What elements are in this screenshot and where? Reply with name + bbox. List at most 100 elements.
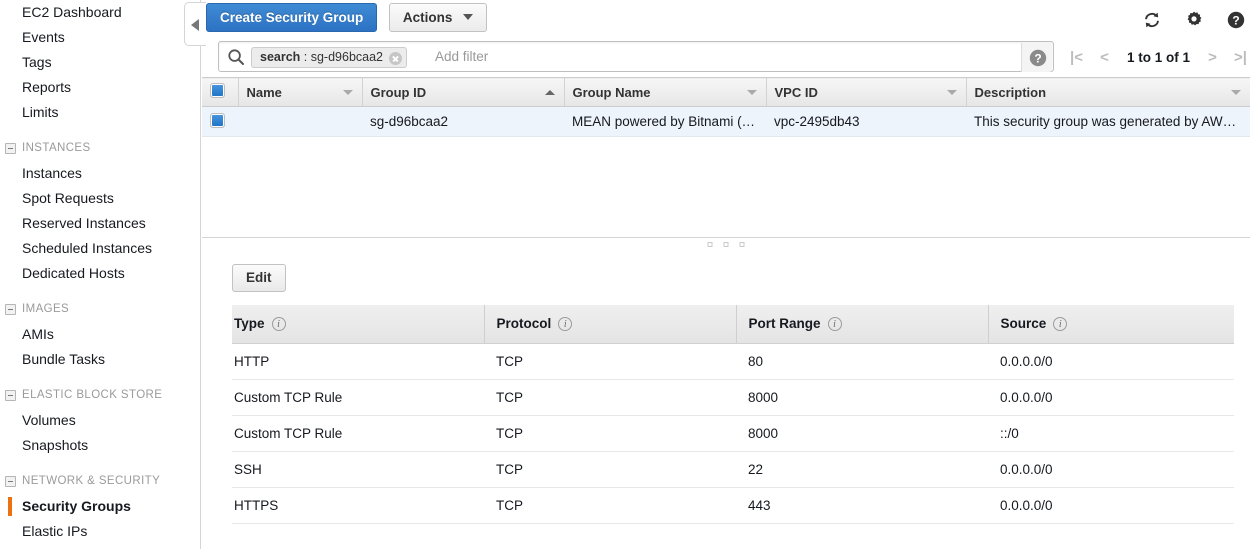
main-content: Create Security Group Actions ? search:… xyxy=(202,0,1250,549)
actions-button[interactable]: Actions xyxy=(388,3,488,32)
sidebar-item-ec2-dashboard[interactable]: EC2 Dashboard xyxy=(0,0,200,25)
security-groups-table: Name Group ID Group Name VPC ID Description … xyxy=(202,77,1250,237)
column-header-name[interactable]: Name xyxy=(237,77,362,107)
sidebar-section-network-security[interactable]: NETWORK & SECURITY xyxy=(0,469,200,494)
sidebar-item-label: Elastic IPs xyxy=(22,523,88,539)
column-header-vpc-id[interactable]: VPC ID xyxy=(765,77,966,107)
rules-cell-protocol: TCP xyxy=(484,343,736,380)
collapse-minus-icon[interactable] xyxy=(5,143,16,154)
search-icon xyxy=(227,48,245,69)
info-icon[interactable]: i xyxy=(827,317,842,332)
add-filter-placeholder[interactable]: Add filter xyxy=(435,49,488,64)
collapse-minus-icon[interactable] xyxy=(5,476,16,487)
pagination-first-button[interactable]: |< xyxy=(1064,47,1089,67)
sort-descending-icon[interactable] xyxy=(1231,90,1241,95)
sidebar-item-spot-requests[interactable]: Spot Requests xyxy=(0,186,200,211)
table-empty-area xyxy=(202,137,1250,237)
toolbar-icon-group: ? xyxy=(1142,10,1246,30)
sidebar-item-limits[interactable]: Limits xyxy=(0,100,200,125)
select-all-header[interactable] xyxy=(202,77,238,107)
rules-row: SSH TCP 22 0.0.0.0/0 xyxy=(232,451,1234,488)
sidebar-collapse-tab[interactable] xyxy=(184,2,206,46)
sidebar-section-instances[interactable]: INSTANCES xyxy=(0,136,200,161)
rules-cell-protocol: TCP xyxy=(484,451,736,488)
pagination-prev-button[interactable]: < xyxy=(1092,47,1117,67)
sidebar-section-label: ELASTIC BLOCK STORE xyxy=(22,389,163,401)
sidebar-item-scheduled-instances[interactable]: Scheduled Instances xyxy=(0,236,200,261)
column-header-label: Group Name xyxy=(572,84,651,100)
rules-cell-port-range: 443 xyxy=(736,487,988,524)
cell-description: This security group was generated by AW… xyxy=(966,106,1250,137)
select-all-checkbox[interactable] xyxy=(210,83,225,98)
sidebar-section-label: INSTANCES xyxy=(22,142,91,154)
column-header-group-id[interactable]: Group ID xyxy=(361,77,564,107)
sidebar-section-images[interactable]: IMAGES xyxy=(0,297,200,322)
sidebar-item-events[interactable]: Events xyxy=(0,25,200,50)
sidebar-nav: EC2 Dashboard Events Tags Reports Limits INST… xyxy=(0,0,200,549)
panel-splitter[interactable] xyxy=(202,237,1250,251)
filter-bar: search : sg-d96bcaa2 Add filter ? |< < 1… xyxy=(202,40,1250,77)
sidebar-item-amis[interactable]: AMIs xyxy=(0,322,200,347)
column-header-description[interactable]: Description xyxy=(965,77,1250,107)
sidebar-item-instances[interactable]: Instances xyxy=(0,161,200,186)
table-body: sg-d96bcaa2 MEAN powered by Bitnami (… vpc… xyxy=(202,106,1250,137)
info-icon[interactable]: i xyxy=(1053,317,1068,332)
rules-cell-type: Custom TCP Rule xyxy=(232,415,484,452)
collapse-minus-icon[interactable] xyxy=(5,390,16,401)
table-row[interactable]: sg-d96bcaa2 MEAN powered by Bitnami (… vpc… xyxy=(202,106,1250,137)
sidebar-item-dedicated-hosts[interactable]: Dedicated Hosts xyxy=(0,261,200,286)
filter-help-icon[interactable]: ? xyxy=(1021,43,1052,72)
pagination-next-button[interactable]: > xyxy=(1200,47,1225,67)
search-input[interactable]: search : sg-d96bcaa2 Add filter ? xyxy=(218,41,1054,72)
sidebar-item-label: Reports xyxy=(22,79,72,95)
inbound-rules-table: Type i Protocol i Port Range i Source i HTTP TCP… xyxy=(232,305,1234,524)
create-security-group-button[interactable]: Create Security Group xyxy=(206,3,378,32)
column-header-group-name[interactable]: Group Name xyxy=(563,77,766,107)
remove-filter-icon[interactable] xyxy=(389,52,403,65)
sidebar-item-placement-groups[interactable]: Placement Groups xyxy=(0,544,200,549)
sort-descending-icon[interactable] xyxy=(342,90,353,95)
sort-descending-icon[interactable] xyxy=(946,90,957,95)
sort-descending-icon[interactable] xyxy=(746,90,757,95)
help-icon[interactable]: ? xyxy=(1226,10,1246,30)
info-icon[interactable]: i xyxy=(558,317,573,332)
sidebar-item-volumes[interactable]: Volumes xyxy=(0,408,200,433)
rules-cell-source: 0.0.0.0/0 xyxy=(988,379,1234,416)
rules-row: Custom TCP Rule TCP 8000::/0 xyxy=(232,415,1234,452)
sidebar-item-snapshots[interactable]: Snapshots xyxy=(0,433,200,458)
rules-column-header-protocol: Protocol i xyxy=(483,305,736,344)
sidebar-item-label: AMIs xyxy=(22,326,54,342)
sort-ascending-icon[interactable] xyxy=(544,90,555,95)
refresh-icon[interactable] xyxy=(1142,10,1162,30)
row-checkbox[interactable] xyxy=(210,112,225,128)
pagination-last-button[interactable]: >| xyxy=(1228,47,1250,67)
filter-chip-separator: : xyxy=(300,50,311,64)
sidebar-item-reports[interactable]: Reports xyxy=(0,75,200,100)
sidebar-item-reserved-instances[interactable]: Reserved Instances xyxy=(0,211,200,236)
sidebar-item-label: EC2 Dashboard xyxy=(22,4,122,20)
rules-column-header-port-range: Port Range i xyxy=(735,305,988,344)
sidebar-section-elastic-block-store[interactable]: ELASTIC BLOCK STORE xyxy=(0,383,200,408)
rules-row: HTTPS TCP 443 0.0.0.0/0 xyxy=(232,487,1234,524)
sidebar-item-security-groups[interactable]: Security Groups xyxy=(0,494,200,519)
ec2-security-groups-page: EC2 Dashboard Events Tags Reports Limits INST… xyxy=(0,0,1250,549)
collapse-minus-icon[interactable] xyxy=(5,304,16,315)
gear-icon[interactable] xyxy=(1184,10,1204,30)
sidebar-item-elastic-ips[interactable]: Elastic IPs xyxy=(0,519,200,544)
cell-group-name: MEAN powered by Bitnami (… xyxy=(564,106,766,137)
info-icon[interactable]: i xyxy=(271,317,286,332)
sidebar-item-tags[interactable]: Tags xyxy=(0,50,200,75)
rules-column-header-source: Source i xyxy=(987,305,1234,344)
rules-cell-source: ::/0 xyxy=(988,415,1234,452)
row-select-cell[interactable] xyxy=(202,106,238,137)
sidebar-item-label: Spot Requests xyxy=(22,190,114,206)
sidebar-section-label: IMAGES xyxy=(22,303,70,315)
sidebar-item-label: Bundle Tasks xyxy=(22,351,106,367)
splitter-grip-icon[interactable] xyxy=(707,242,745,247)
rules-cell-port-range: 8000 xyxy=(736,379,988,416)
sidebar-item-bundle-tasks[interactable]: Bundle Tasks xyxy=(0,347,200,372)
column-header-label: VPC ID xyxy=(774,84,818,100)
sidebar-item-label: Scheduled Instances xyxy=(22,240,152,256)
edit-button[interactable]: Edit xyxy=(232,264,286,292)
column-header-label: Name xyxy=(246,84,282,100)
